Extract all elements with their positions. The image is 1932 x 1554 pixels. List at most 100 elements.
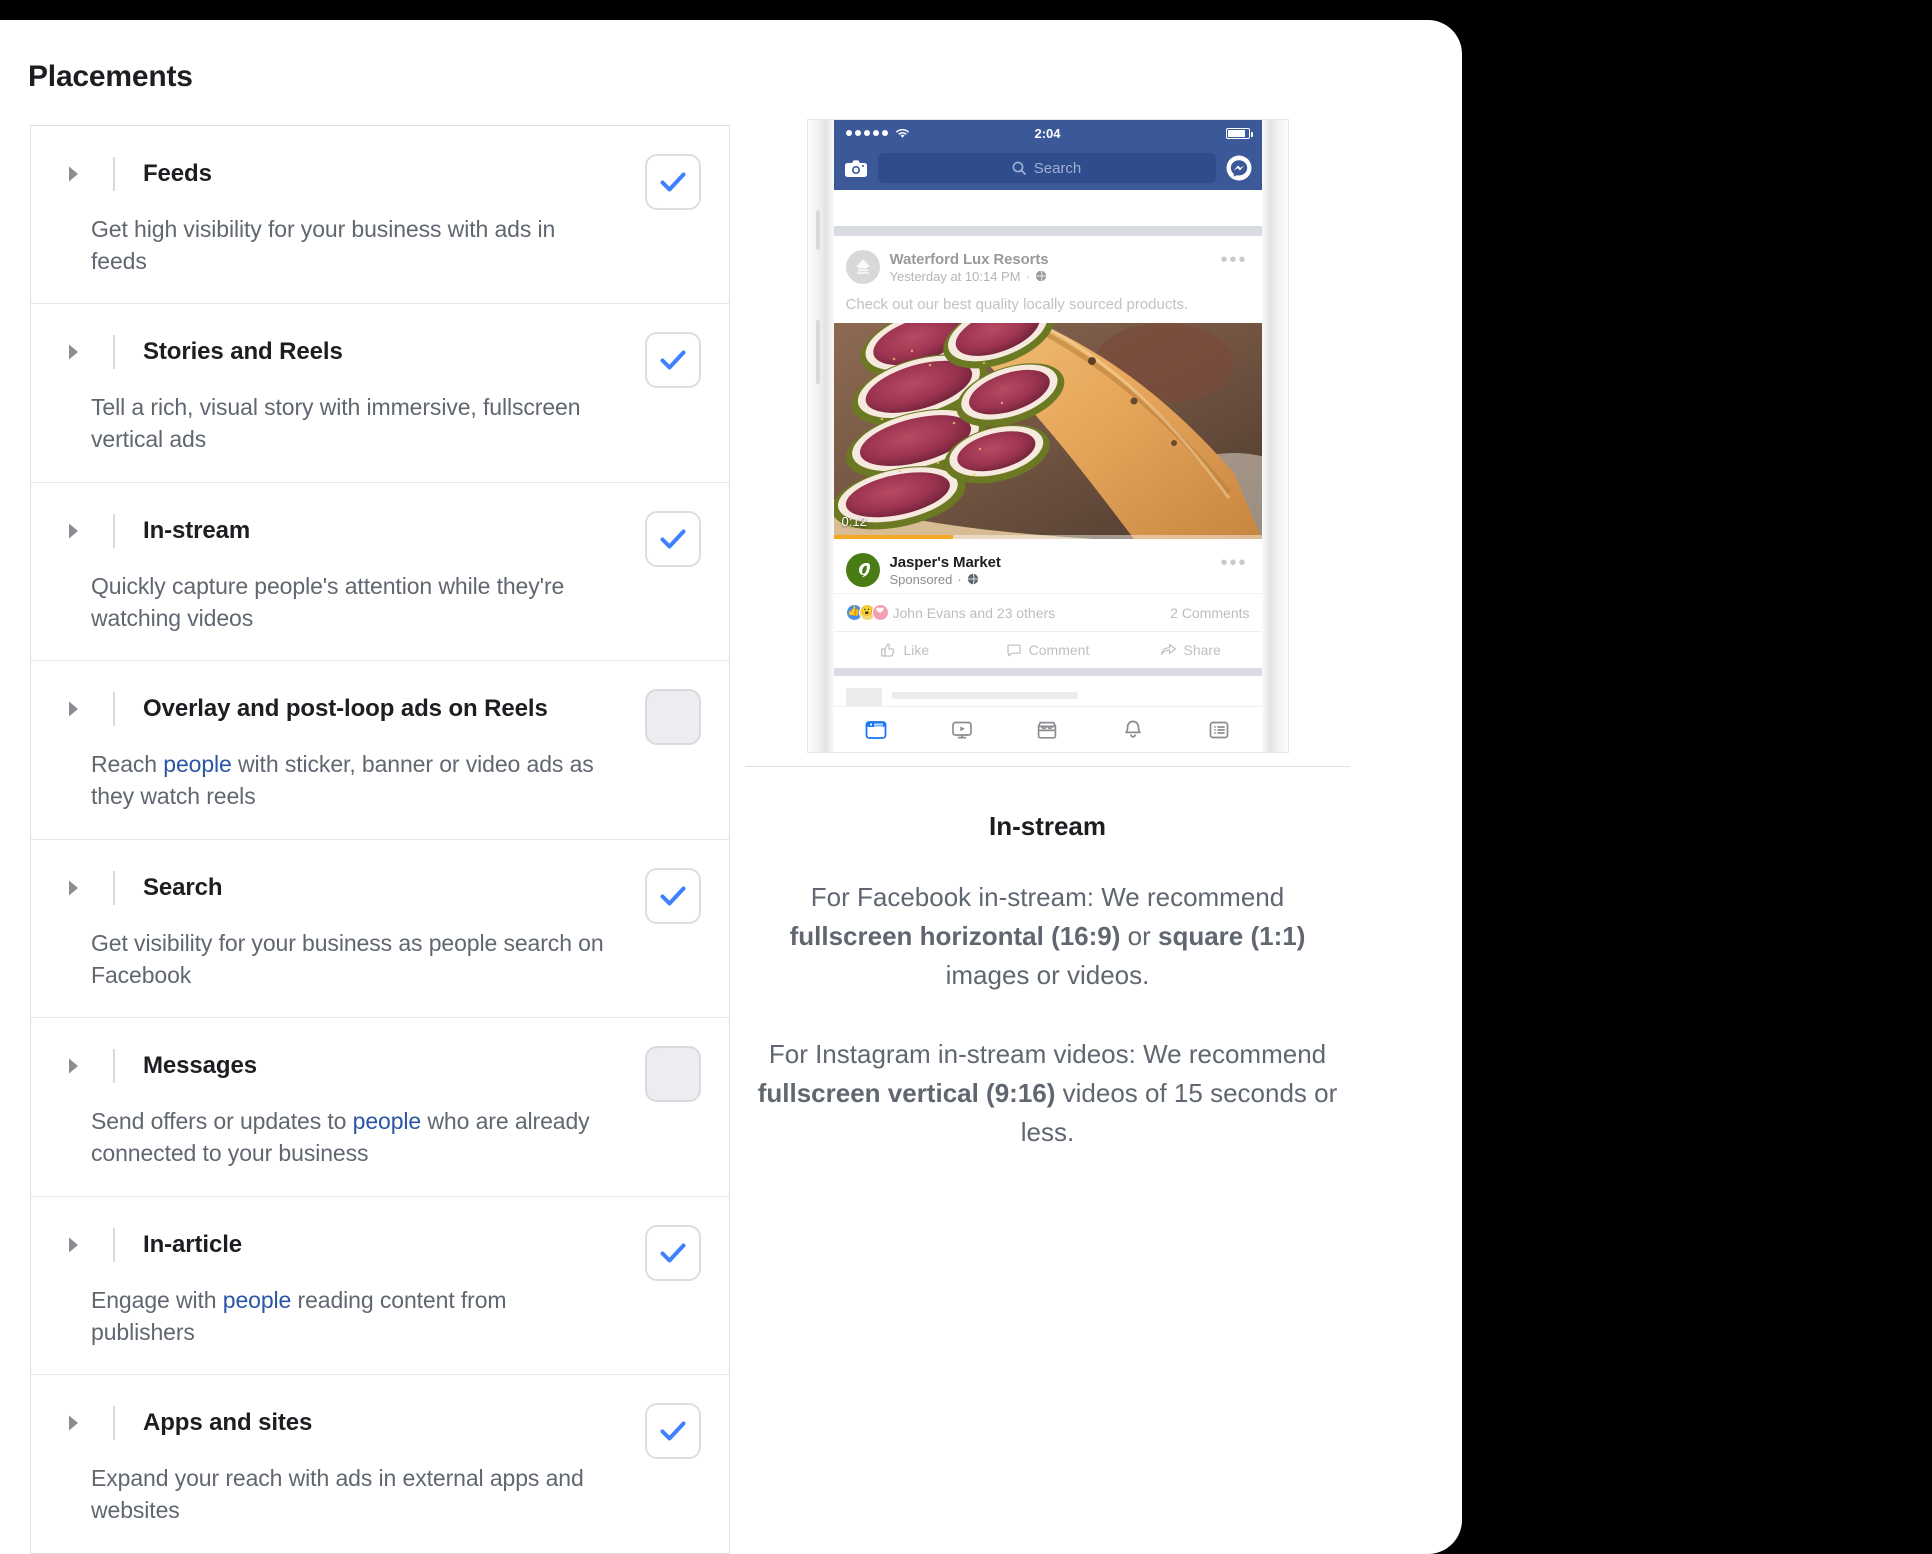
expand-caret-icon[interactable] [61, 1053, 87, 1079]
placement-row: Feeds Get high visibility for your busine… [31, 126, 729, 305]
row-indent-bar [113, 1227, 115, 1262]
comment-label: Comment [1028, 642, 1090, 658]
preview-paragraph-2: For Instagram in-stream videos: We recom… [745, 1035, 1350, 1152]
placement-header: Stories and Reels [31, 326, 729, 378]
people-link[interactable]: people [353, 1108, 422, 1134]
placement-checkbox[interactable] [645, 1403, 701, 1460]
placement-label: In-stream [143, 516, 251, 544]
more-options-icon[interactable]: ••• [1220, 553, 1247, 573]
share-label: Share [1183, 642, 1221, 658]
emphasis-text: fullscreen vertical (9:16) [757, 1078, 1056, 1108]
placement-description: Quickly capture people's attention while… [31, 557, 729, 634]
placement-checkbox[interactable] [645, 867, 701, 924]
placement-description: Expand your reach with ads in external a… [31, 1449, 729, 1526]
tab-notifications[interactable] [1090, 718, 1176, 742]
placement-label: Apps and sites [143, 1409, 313, 1437]
placement-header: Feeds [31, 148, 729, 200]
placement-checkbox[interactable] [645, 1046, 701, 1103]
expand-caret-icon[interactable] [61, 1410, 87, 1436]
placements-list: Feeds Get high visibility for your busine… [30, 125, 730, 1554]
comment-bubble-icon [1006, 642, 1022, 658]
preview-title: In-stream [988, 811, 1107, 841]
expand-caret-icon[interactable] [61, 875, 87, 901]
placement-checkbox[interactable] [645, 332, 701, 389]
placement-label: In-article [143, 1230, 243, 1258]
placement-description: Get high visibility for your business wi… [31, 200, 729, 277]
placement-checkbox[interactable] [645, 154, 701, 210]
checkmark-icon [660, 172, 686, 192]
engagement-row: 👍 😮 ❤ John Evans and 23 others 2 Comment… [833, 593, 1262, 631]
description-text: Send offers or updates to [91, 1108, 353, 1135]
description-text: Engage with [91, 1286, 223, 1313]
camera-icon[interactable] [844, 159, 868, 178]
phone-mockup: 2:04 Search Waterford Lux Resorts Yester… [807, 120, 1288, 752]
tab-watch[interactable] [919, 718, 1005, 742]
sponsored-label: Sponsored [889, 571, 953, 587]
expand-caret-icon[interactable] [61, 161, 87, 187]
preview-divider [745, 766, 1350, 767]
tab-marketplace[interactable] [1005, 718, 1091, 742]
placement-label: Stories and Reels [143, 338, 343, 366]
more-options-icon[interactable]: ••• [1220, 250, 1247, 270]
checkmark-icon [660, 886, 686, 906]
like-label: Like [903, 642, 930, 658]
description-text: Get visibility for your business as peop… [91, 929, 604, 988]
placement-row: In-stream Quickly capture people's attent… [31, 483, 729, 662]
advertiser-avatar [845, 553, 880, 587]
comment-button[interactable]: Comment [976, 642, 1119, 658]
people-link[interactable]: people [163, 751, 232, 777]
row-indent-bar [113, 157, 115, 191]
screenshot-root: Placements Feeds Get high visibility for … [0, 0, 1932, 1554]
placement-row: Apps and sites Expand your reach with ads… [31, 1375, 729, 1552]
search-placeholder-text: Search [1033, 159, 1082, 177]
separator-dot: · [957, 571, 962, 587]
paragraph-text: or [1120, 921, 1158, 951]
paragraph-text: For Facebook in-stream: We recommend [810, 882, 1285, 912]
reaction-icons: 👍 😮 ❤ [845, 604, 889, 621]
checkmark-icon [660, 1243, 686, 1263]
post-body-text: Check out our best quality locally sourc… [845, 296, 1189, 313]
search-input[interactable]: Search [877, 153, 1216, 183]
placement-checkbox[interactable] [645, 510, 701, 567]
post-media[interactable]: 0:12 [833, 323, 1262, 539]
description-text: Reach [91, 751, 164, 778]
expand-caret-icon[interactable] [61, 1232, 87, 1258]
tab-news-feed[interactable] [834, 718, 920, 742]
people-link[interactable]: people [223, 1287, 292, 1313]
status-bar: 2:04 [833, 120, 1262, 146]
paragraph-text: For Instagram in-stream videos: We recom… [768, 1039, 1327, 1069]
placement-description: Reach people with sticker, banner or vid… [31, 735, 729, 812]
phone-frame-right [1261, 120, 1288, 752]
placement-description: Tell a rich, visual story with immersive… [31, 378, 729, 455]
share-arrow-icon [1160, 642, 1177, 658]
expand-caret-icon[interactable] [61, 339, 87, 365]
placement-checkbox[interactable] [645, 689, 701, 746]
facebook-nav-bar: Search [833, 146, 1262, 190]
row-indent-bar [113, 692, 115, 727]
placement-label: Overlay and post-loop ads on Reels [143, 695, 548, 723]
messenger-icon[interactable] [1226, 155, 1252, 181]
globe-icon [967, 573, 979, 585]
placement-header: Search [31, 862, 729, 914]
paragraph-text: images or videos. [945, 960, 1150, 990]
placement-description: Send offers or updates to people who are… [31, 1092, 729, 1169]
expand-caret-icon[interactable] [61, 518, 87, 544]
row-indent-bar [113, 1049, 115, 1084]
phone-screen: 2:04 Search Waterford Lux Resorts Yester… [833, 120, 1262, 752]
description-text: Tell a rich, visual story with immersive… [91, 394, 581, 453]
description-text: Expand your reach with ads in external a… [91, 1465, 584, 1524]
reactions-text: John Evans and 23 others [892, 604, 1056, 621]
emphasis-text: (1:1) [1250, 921, 1306, 951]
share-button[interactable]: Share [1119, 642, 1262, 658]
row-indent-bar [113, 870, 115, 905]
feed-top-strip [833, 190, 1262, 226]
description-text: Quickly capture people's attention while… [91, 572, 565, 631]
expand-caret-icon[interactable] [61, 696, 87, 722]
like-button[interactable]: Like [834, 642, 977, 658]
tab-menu[interactable] [1176, 718, 1262, 742]
organic-post: Waterford Lux Resorts Yesterday at 10:14… [833, 236, 1262, 323]
placement-checkbox[interactable] [645, 1224, 701, 1281]
post-actions: Like Comment Share [833, 631, 1262, 668]
placement-header: Messages [31, 1040, 729, 1092]
video-timestamp: 0:12 [841, 514, 867, 529]
